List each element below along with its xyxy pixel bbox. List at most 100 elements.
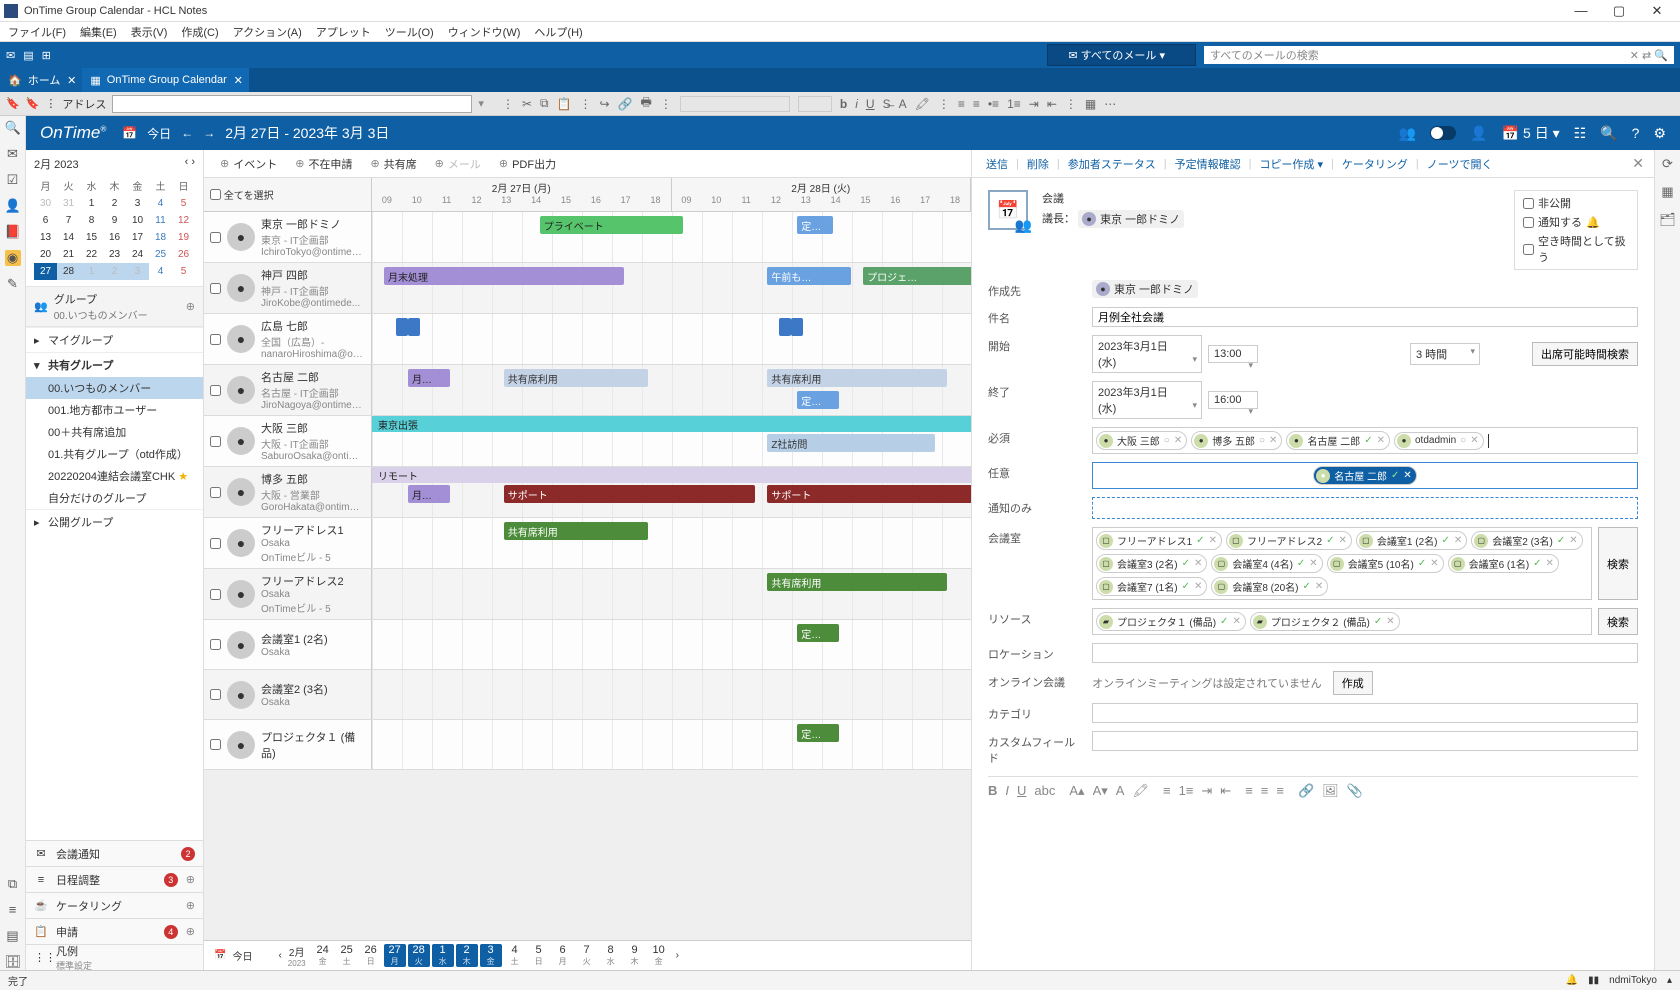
- prev-button[interactable]: ←: [181, 126, 193, 140]
- online-create-button[interactable]: 作成: [1333, 671, 1373, 695]
- mail-scope-select[interactable]: ✉ すべてのメール ▾: [1047, 44, 1196, 66]
- room-chip[interactable]: ▢会議室5 (10名) ✓ ✕: [1327, 554, 1444, 573]
- more-icon[interactable]: ⋯: [1104, 97, 1116, 111]
- footer-day[interactable]: 10金: [648, 944, 670, 967]
- footer-day[interactable]: 24金: [312, 944, 334, 967]
- detail-toolbar-button[interactable]: 送信: [982, 154, 1012, 174]
- mini-cal-day[interactable]: 7: [57, 212, 80, 229]
- add-group-icon[interactable]: ⊕: [186, 300, 195, 313]
- row-checkbox[interactable]: [210, 589, 221, 600]
- rte-link-icon[interactable]: 🔗: [1298, 783, 1314, 799]
- table-icon[interactable]: ▦: [1085, 97, 1096, 111]
- room-field[interactable]: ▢フリーアドレス1 ✓ ✕▢フリーアドレス2 ✓ ✕▢会議室1 (2名) ✓ ✕…: [1092, 527, 1592, 600]
- timeline-row[interactable]: ●広島 七郎全国（広島）-nanaroHiroshima@ont...: [204, 314, 971, 365]
- mini-cal-day[interactable]: 27: [34, 263, 57, 280]
- row-checkbox[interactable]: [210, 283, 221, 294]
- tab-ontime[interactable]: ▦ OnTime Group Calendar✕: [82, 68, 248, 92]
- room-chip[interactable]: ▢会議室3 (2名) ✓ ✕: [1096, 554, 1207, 573]
- close-icon[interactable]: ✕: [67, 74, 76, 87]
- mini-cal-day[interactable]: 2: [103, 195, 126, 212]
- mini-cal-day[interactable]: 3: [126, 263, 149, 280]
- accordion-row[interactable]: ✉会議通知2: [26, 840, 203, 866]
- mini-cal-day[interactable]: 19: [172, 229, 195, 246]
- list-bullet-icon[interactable]: •≡: [988, 97, 999, 111]
- view-toggle[interactable]: [1430, 126, 1456, 140]
- rail-edit-icon[interactable]: ✎: [5, 276, 21, 292]
- mini-cal-day[interactable]: 22: [80, 246, 103, 263]
- calendar-icon[interactable]: ▤: [23, 49, 33, 62]
- menu-item[interactable]: アクション(A): [229, 22, 306, 42]
- row-checkbox[interactable]: [210, 639, 221, 650]
- row-checkbox[interactable]: [210, 232, 221, 243]
- rte-indent-icon[interactable]: ⇥: [1201, 783, 1212, 799]
- duration-select[interactable]: 3 時間: [1410, 343, 1480, 365]
- custom-input[interactable]: [1092, 731, 1638, 751]
- menu-item[interactable]: ツール(O): [381, 22, 438, 42]
- rte-highlight-icon[interactable]: 🖍: [1132, 783, 1149, 799]
- tab-home[interactable]: 🏠 ホーム✕: [0, 68, 82, 92]
- mini-cal-day[interactable]: 4: [149, 263, 172, 280]
- calendar-event[interactable]: サポート: [504, 485, 756, 503]
- rte-numlist-icon[interactable]: 1≡: [1179, 783, 1194, 799]
- group-item[interactable]: 00＋共有席追加: [26, 421, 203, 443]
- resource-field[interactable]: ▰プロジェクタ１ (備品) ✓ ✕▰プロジェクタ２ (備品) ✓ ✕: [1092, 608, 1592, 635]
- opt-free[interactable]: 空き時間として扱う: [1523, 233, 1629, 265]
- close-icon[interactable]: ✕: [234, 74, 243, 87]
- menu-item[interactable]: アプレット: [312, 22, 375, 42]
- today-button[interactable]: 今日: [147, 125, 171, 142]
- mini-cal-day[interactable]: 23: [103, 246, 126, 263]
- zoom-icon[interactable]: 🔍: [1600, 125, 1617, 142]
- mini-cal-day[interactable]: 16: [103, 229, 126, 246]
- address-input[interactable]: [112, 95, 472, 113]
- room-chip[interactable]: ▢会議室4 (4名) ✓ ✕: [1211, 554, 1322, 573]
- opt-private[interactable]: 非公開: [1523, 195, 1629, 211]
- mini-cal-day[interactable]: 9: [103, 212, 126, 229]
- mini-cal-day[interactable]: 8: [80, 212, 103, 229]
- category-input[interactable]: [1092, 703, 1638, 723]
- calendar-event[interactable]: 共有席利用: [767, 573, 947, 591]
- calendar-event[interactable]: 定…: [797, 724, 839, 742]
- group-item[interactable]: 自分だけのグループ: [26, 487, 203, 509]
- timeline-row[interactable]: ●フリーアドレス1OsakaOnTimeビル - 5共有席利用: [204, 518, 971, 569]
- rte-bold-icon[interactable]: B: [988, 783, 997, 799]
- align-left-icon[interactable]: ≡: [958, 97, 965, 111]
- detail-toolbar-button[interactable]: 予定情報確認: [1171, 154, 1245, 174]
- footer-day[interactable]: 28火: [408, 944, 430, 967]
- mini-cal-day[interactable]: 25: [149, 246, 172, 263]
- footer-day[interactable]: 7火: [576, 944, 598, 967]
- mini-cal-day[interactable]: 6: [34, 212, 57, 229]
- timeline-row[interactable]: ●神戸 四郎神戸 - IT企画部JiroKobe@ontimede...月末処理…: [204, 263, 971, 314]
- cut-icon[interactable]: ✂: [522, 97, 532, 111]
- mini-cal-day[interactable]: 30: [34, 195, 57, 212]
- calendar-event[interactable]: 午前も…: [767, 267, 851, 285]
- indent-icon[interactable]: ⇥: [1029, 97, 1039, 111]
- row-checkbox[interactable]: [210, 334, 221, 345]
- font-color-icon[interactable]: A: [899, 97, 907, 111]
- rte-outdent-icon[interactable]: ⇤: [1220, 783, 1231, 799]
- calendar-event[interactable]: 月末処理: [384, 267, 624, 285]
- calendar-event[interactable]: 共有席利用: [767, 369, 947, 387]
- rail-tool1-icon[interactable]: ⧉: [5, 876, 21, 892]
- mini-cal-day[interactable]: 31: [57, 195, 80, 212]
- opt-notify[interactable]: 通知する 🔔: [1523, 214, 1629, 230]
- calendar-event[interactable]: サポート: [767, 485, 971, 503]
- rte-clear-icon[interactable]: abc: [1034, 783, 1055, 799]
- mini-cal-day[interactable]: 28: [57, 263, 80, 280]
- menu-item[interactable]: 編集(E): [76, 22, 121, 42]
- detail-toolbar-button[interactable]: 参加者ステータス: [1064, 154, 1160, 174]
- status-bell-icon[interactable]: 🔔: [1566, 975, 1578, 986]
- rail-search-icon[interactable]: 🔍: [5, 120, 21, 136]
- footer-next[interactable]: ›: [676, 950, 679, 961]
- mini-cal-day[interactable]: 4: [149, 195, 172, 212]
- mini-cal-day[interactable]: 20: [34, 246, 57, 263]
- mini-cal-day[interactable]: 12: [172, 212, 195, 229]
- required-field[interactable]: ●大阪 三郎 ○ ✕●博多 五郎 ○ ✕●名古屋 二郎 ✓ ✕●otdadmin…: [1092, 427, 1638, 454]
- optional-field[interactable]: ●名古屋 二郎 ✓ ✕: [1092, 462, 1638, 489]
- calendar-event[interactable]: 定…: [797, 624, 839, 642]
- rte-list-icon[interactable]: ≡: [1163, 783, 1171, 799]
- mini-cal-day[interactable]: 17: [126, 229, 149, 246]
- rte-align-right-icon[interactable]: ≡: [1276, 783, 1284, 799]
- footer-day[interactable]: 25土: [336, 944, 358, 967]
- underline-icon[interactable]: U: [866, 97, 875, 111]
- detail-toolbar-button[interactable]: 削除: [1023, 154, 1053, 174]
